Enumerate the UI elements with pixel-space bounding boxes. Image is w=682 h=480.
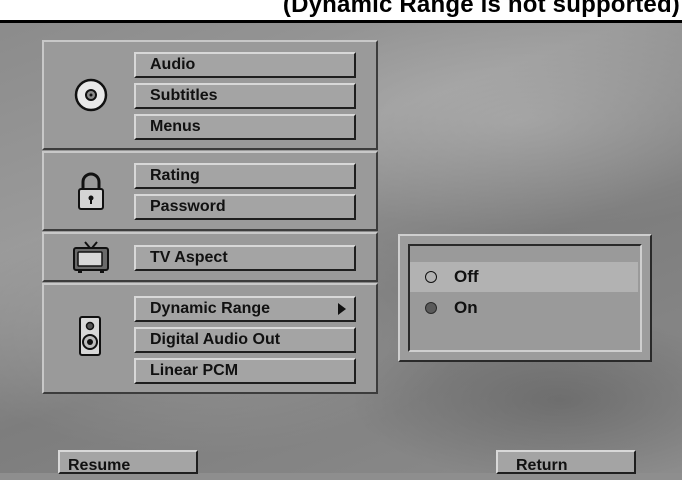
return-button[interactable]: Return — [496, 450, 636, 474]
linear-pcm-button[interactable]: Linear PCM — [134, 358, 356, 384]
menus-button[interactable]: Menus — [134, 114, 356, 140]
option-label: On — [454, 298, 478, 317]
dynamic-range-label: Dynamic Range — [150, 300, 271, 317]
setup-menu: Audio Subtitles Menus Rating Password TV… — [42, 40, 380, 396]
digital-audio-out-button[interactable]: Digital Audio Out — [134, 327, 356, 353]
menu-group-lock: Rating Password — [42, 151, 378, 231]
dynamic-range-button[interactable]: Dynamic Range — [134, 296, 356, 322]
page-title: (Dynamic Range is not supported) — [282, 0, 680, 18]
television-icon — [73, 241, 109, 273]
radio-filled-icon — [425, 302, 437, 314]
rating-button[interactable]: Rating — [134, 163, 356, 189]
radio-empty-icon — [425, 271, 437, 283]
menu-group-speaker: Dynamic Range Digital Audio Out Linear P… — [42, 283, 378, 394]
speaker-icon — [79, 316, 101, 356]
padlock-icon — [78, 172, 104, 210]
menu-group-tv: TV Aspect — [42, 232, 378, 282]
option-on[interactable]: On — [410, 293, 638, 323]
tv-aspect-button[interactable]: TV Aspect — [134, 245, 356, 271]
triangle-right-icon — [338, 303, 346, 315]
option-label: Off — [454, 267, 479, 286]
subtitles-button[interactable]: Subtitles — [134, 83, 356, 109]
option-off[interactable]: Off — [410, 262, 638, 292]
disc-icon — [74, 78, 108, 112]
resume-button[interactable]: Resume — [58, 450, 198, 474]
dynamic-range-popup: Off On — [398, 234, 652, 362]
menu-group-disc: Audio Subtitles Menus — [42, 40, 378, 150]
audio-button[interactable]: Audio — [134, 52, 356, 78]
popup-options: Off On — [408, 244, 642, 352]
title-bar: (Dynamic Range is not supported) — [0, 0, 682, 23]
password-button[interactable]: Password — [134, 194, 356, 220]
